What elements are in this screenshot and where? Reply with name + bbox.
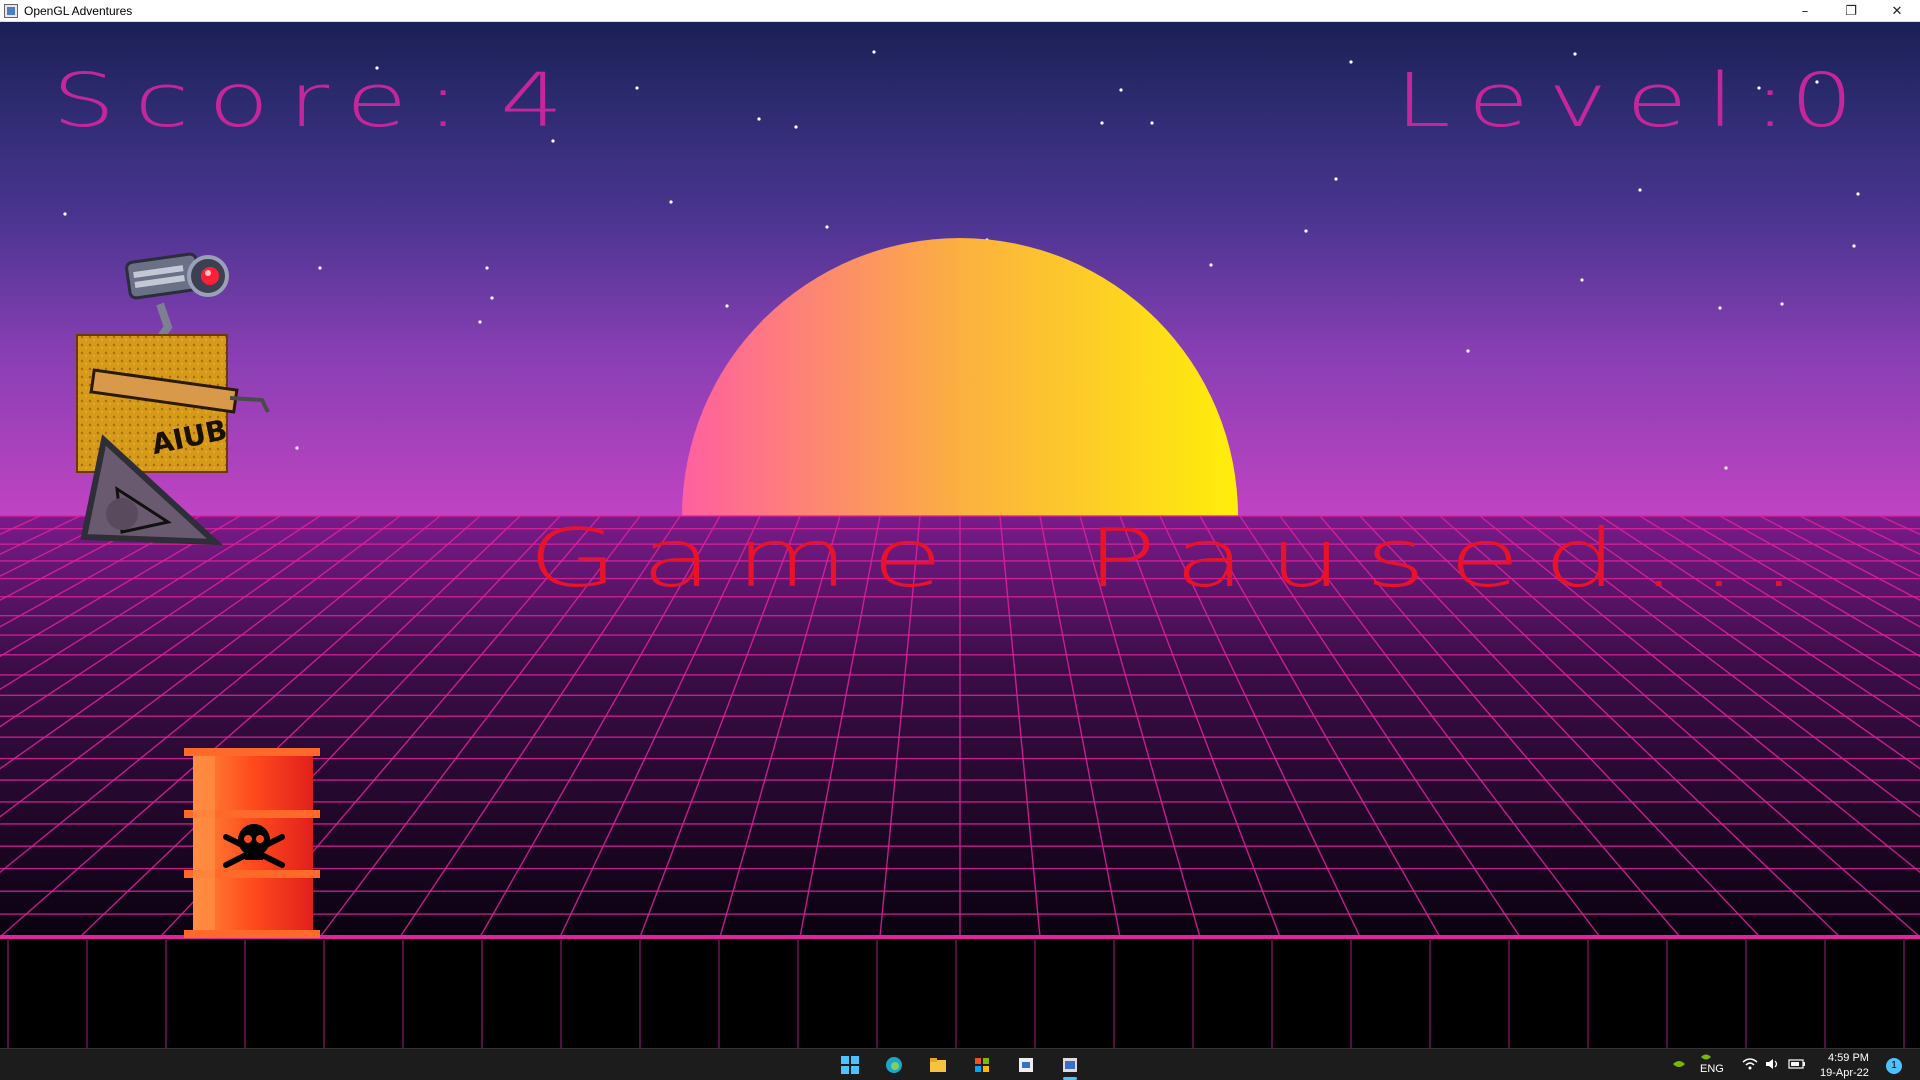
close-button[interactable]: ✕ — [1874, 0, 1920, 22]
restore-button[interactable]: ❐ — [1828, 0, 1874, 22]
window-title: OpenGL Adventures — [24, 3, 133, 18]
language-indicator[interactable]: ENG — [1700, 1063, 1724, 1075]
star — [1466, 349, 1470, 353]
level-value: 0 — [1790, 58, 1873, 144]
clock-date[interactable]: 19-Apr-22 — [1820, 1067, 1869, 1079]
robot-head — [125, 252, 229, 300]
score-label: Score: — [52, 58, 479, 144]
app-icon[interactable] — [1017, 1056, 1035, 1074]
battery-icon[interactable] — [1788, 1058, 1806, 1073]
volume-icon[interactable] — [1765, 1058, 1781, 1073]
star — [1334, 177, 1338, 181]
star — [1119, 88, 1123, 92]
star — [1580, 278, 1584, 282]
star — [1100, 121, 1104, 125]
toxic-barrel — [184, 748, 320, 938]
clock-time[interactable]: 4:59 PM — [1828, 1052, 1869, 1064]
robot-player: AIUB — [76, 252, 270, 546]
star — [725, 304, 729, 308]
star — [1349, 60, 1353, 64]
star — [872, 50, 876, 54]
nvidia-icon[interactable] — [1672, 1058, 1686, 1073]
game-viewport[interactable]: AIUB Score: 4 Level: 0 Game Paused... — [0, 22, 1920, 1048]
edge-icon[interactable] — [885, 1056, 903, 1074]
star — [1304, 229, 1308, 233]
star — [794, 125, 798, 129]
star — [1780, 302, 1784, 306]
app-window-icon — [4, 3, 18, 18]
game-paused-text: Game Paused... — [528, 512, 1821, 605]
star — [757, 117, 761, 121]
star — [635, 86, 639, 90]
star — [1150, 121, 1154, 125]
window-titlebar: OpenGL Adventures – ❐ ✕ — [0, 0, 1920, 22]
floor-strip — [0, 936, 1920, 1048]
level-label: Level: — [1395, 58, 1806, 144]
star — [1718, 306, 1722, 310]
sun — [682, 238, 1238, 516]
window-controls: – ❐ ✕ — [1782, 0, 1920, 22]
star — [478, 320, 482, 324]
star — [318, 266, 322, 270]
star — [490, 296, 494, 300]
file-explorer-icon[interactable] — [929, 1056, 947, 1074]
star — [1856, 192, 1860, 196]
notification-badge[interactable]: 1 — [1886, 1058, 1902, 1074]
star — [295, 446, 299, 450]
opengl-app-icon[interactable] — [1061, 1056, 1079, 1080]
star — [1852, 244, 1856, 248]
score-value: 4 — [500, 58, 583, 144]
minimize-button[interactable]: – — [1782, 0, 1828, 22]
star — [669, 200, 673, 204]
store-icon[interactable] — [973, 1056, 991, 1074]
star — [1724, 466, 1728, 470]
taskbar: ENG 4:59 PM 19-Apr-22 1 — [0, 1048, 1920, 1080]
star — [63, 212, 67, 216]
windows-start-icon[interactable] — [841, 1056, 859, 1074]
star — [1573, 52, 1577, 56]
star — [1209, 263, 1213, 267]
star — [485, 266, 489, 270]
star — [825, 225, 829, 229]
wifi-icon[interactable] — [1742, 1058, 1758, 1073]
star — [1638, 188, 1642, 192]
